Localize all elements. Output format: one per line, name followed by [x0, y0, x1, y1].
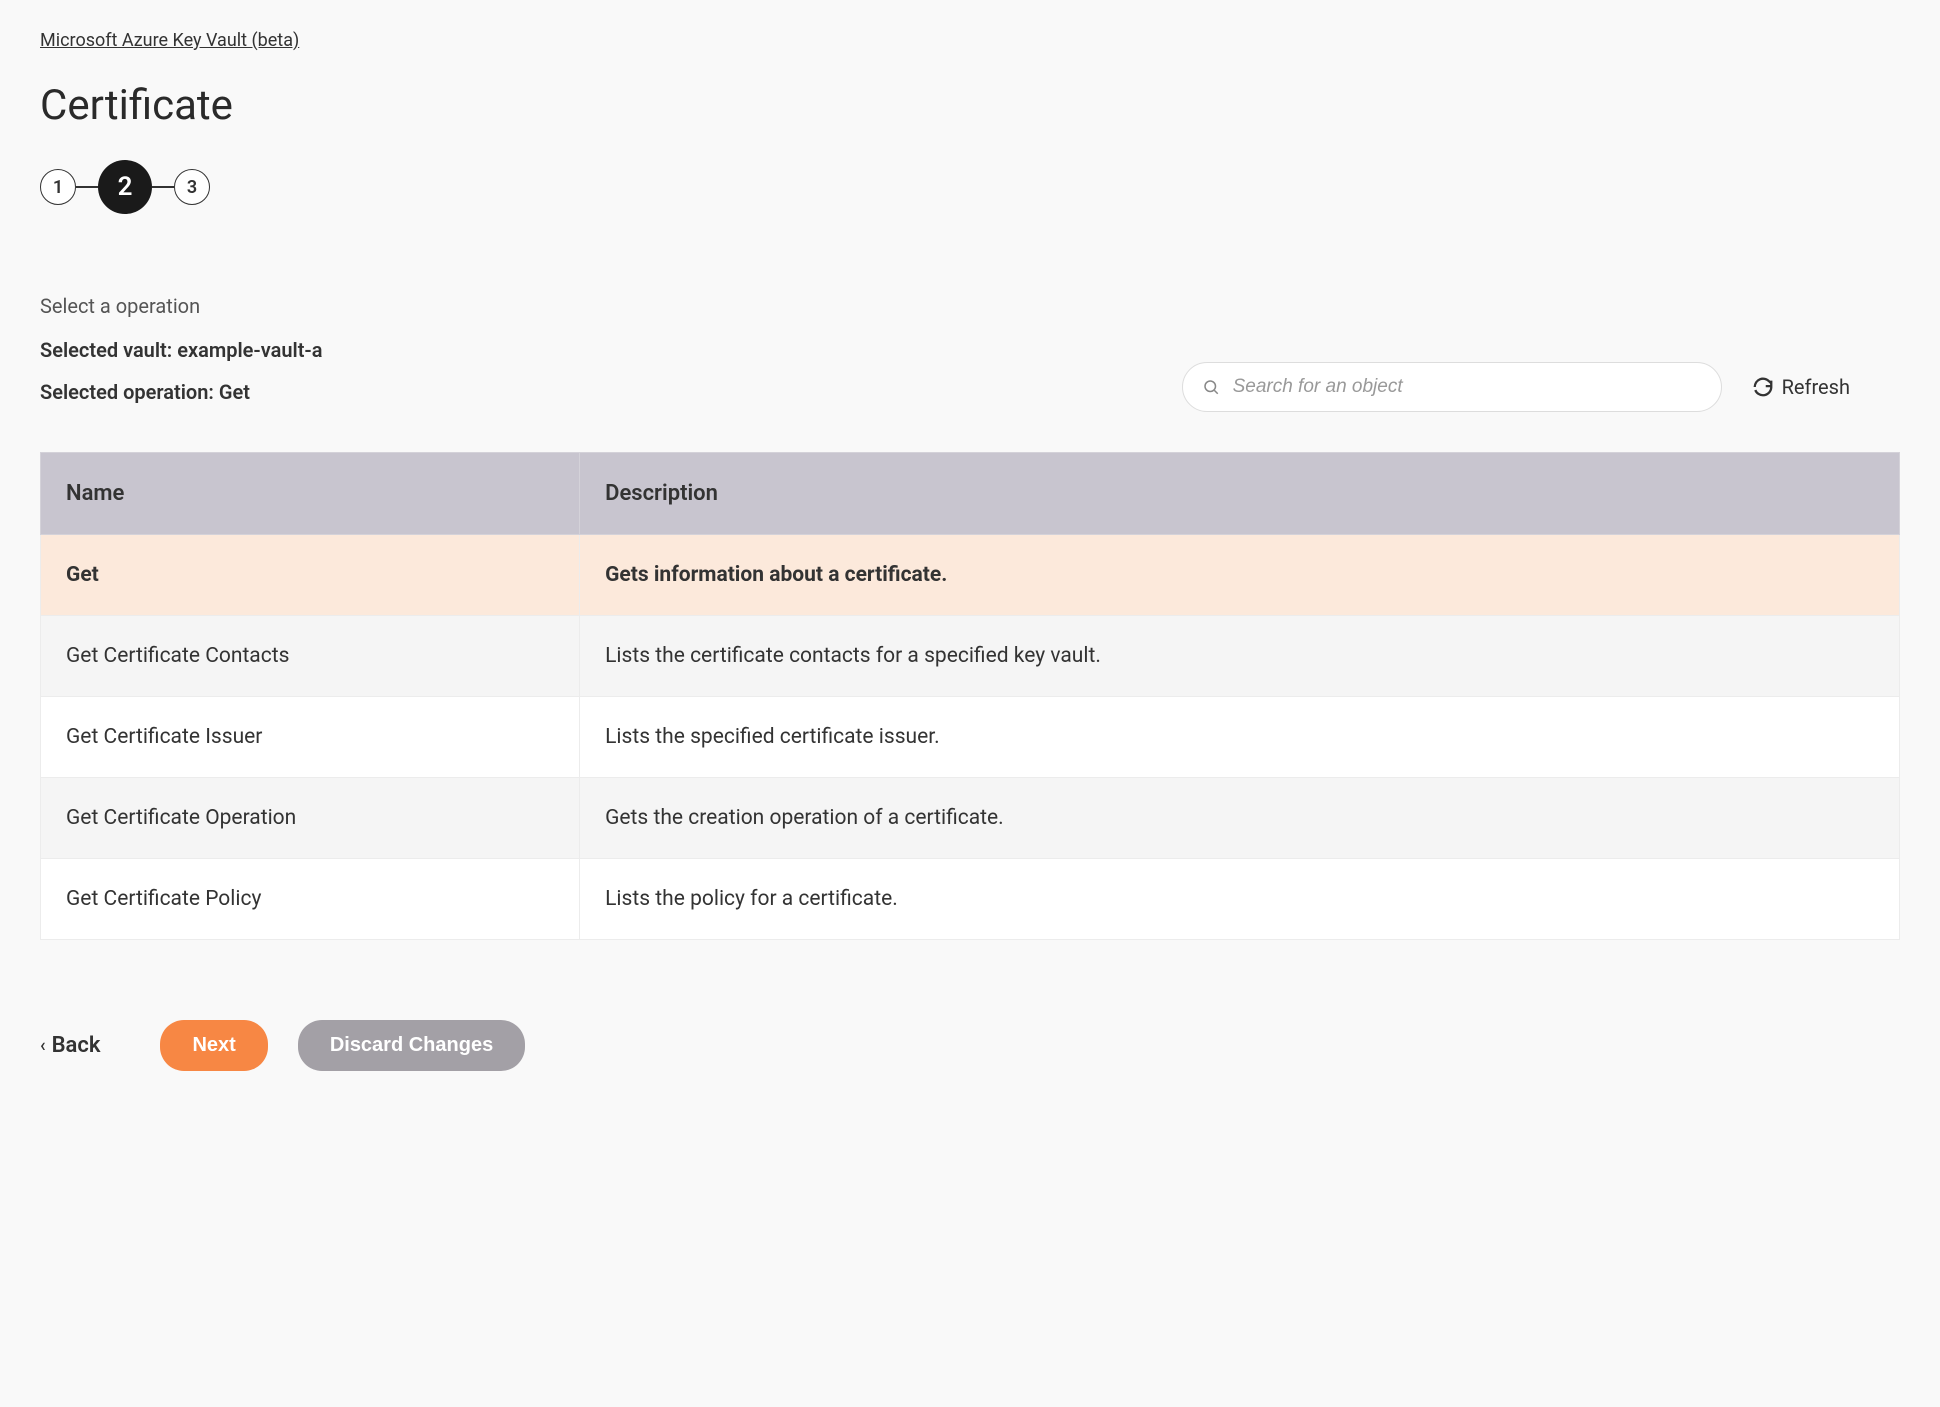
table-row[interactable]: Get Certificate OperationGets the creati… — [41, 778, 1900, 859]
search-input[interactable] — [1182, 362, 1722, 412]
selected-vault-label: Selected vault: — [40, 338, 172, 362]
discard-button[interactable]: Discard Changes — [298, 1020, 525, 1071]
back-button[interactable]: ‹ Back — [40, 1033, 100, 1058]
step-1[interactable]: 1 — [40, 169, 76, 205]
table-cell-name: Get — [41, 535, 580, 616]
footer-buttons: ‹ Back Next Discard Changes — [40, 1020, 1900, 1071]
table-cell-description: Lists the policy for a certificate. — [580, 859, 1900, 940]
stepper: 1 2 3 — [40, 160, 1900, 214]
next-button[interactable]: Next — [160, 1020, 267, 1071]
refresh-label: Refresh — [1782, 375, 1850, 399]
table-row[interactable]: Get Certificate PolicyLists the policy f… — [41, 859, 1900, 940]
table-row[interactable]: GetGets information about a certificate. — [41, 535, 1900, 616]
table-header-row: Name Description — [41, 453, 1900, 535]
instruction-text: Select a operation — [40, 294, 1900, 318]
table-cell-description: Lists the specified certificate issuer. — [580, 697, 1900, 778]
refresh-button[interactable]: Refresh — [1752, 375, 1850, 399]
table-cell-name: Get Certificate Operation — [41, 778, 580, 859]
step-connector — [76, 186, 98, 188]
selected-operation-value: Get — [219, 380, 250, 404]
breadcrumb-link[interactable]: Microsoft Azure Key Vault (beta) — [40, 30, 299, 51]
page-title: Certificate — [40, 81, 1900, 130]
table-cell-name: Get Certificate Contacts — [41, 616, 580, 697]
controls-row: Refresh — [40, 362, 1900, 412]
step-connector — [152, 186, 174, 188]
back-label: Back — [52, 1033, 101, 1058]
table-row[interactable]: Get Certificate IssuerLists the specifie… — [41, 697, 1900, 778]
selected-vault-value: example-vault-a — [177, 338, 322, 362]
search-icon — [1202, 378, 1220, 396]
table-row[interactable]: Get Certificate ContactsLists the certif… — [41, 616, 1900, 697]
operations-table: Name Description GetGets information abo… — [40, 452, 1900, 940]
refresh-icon — [1752, 376, 1774, 398]
chevron-left-icon: ‹ — [40, 1035, 46, 1056]
table-cell-name: Get Certificate Policy — [41, 859, 580, 940]
table-header-name: Name — [41, 453, 580, 535]
table-header-description: Description — [580, 453, 1900, 535]
table-cell-name: Get Certificate Issuer — [41, 697, 580, 778]
table-cell-description: Gets the creation operation of a certifi… — [580, 778, 1900, 859]
step-2[interactable]: 2 — [98, 160, 152, 214]
table-cell-description: Gets information about a certificate. — [580, 535, 1900, 616]
search-wrapper — [1182, 362, 1722, 412]
step-3[interactable]: 3 — [174, 169, 210, 205]
selected-vault-info: Selected vault: example-vault-a — [40, 338, 1900, 362]
selected-operation-label: Selected operation: — [40, 380, 214, 404]
table-cell-description: Lists the certificate contacts for a spe… — [580, 616, 1900, 697]
